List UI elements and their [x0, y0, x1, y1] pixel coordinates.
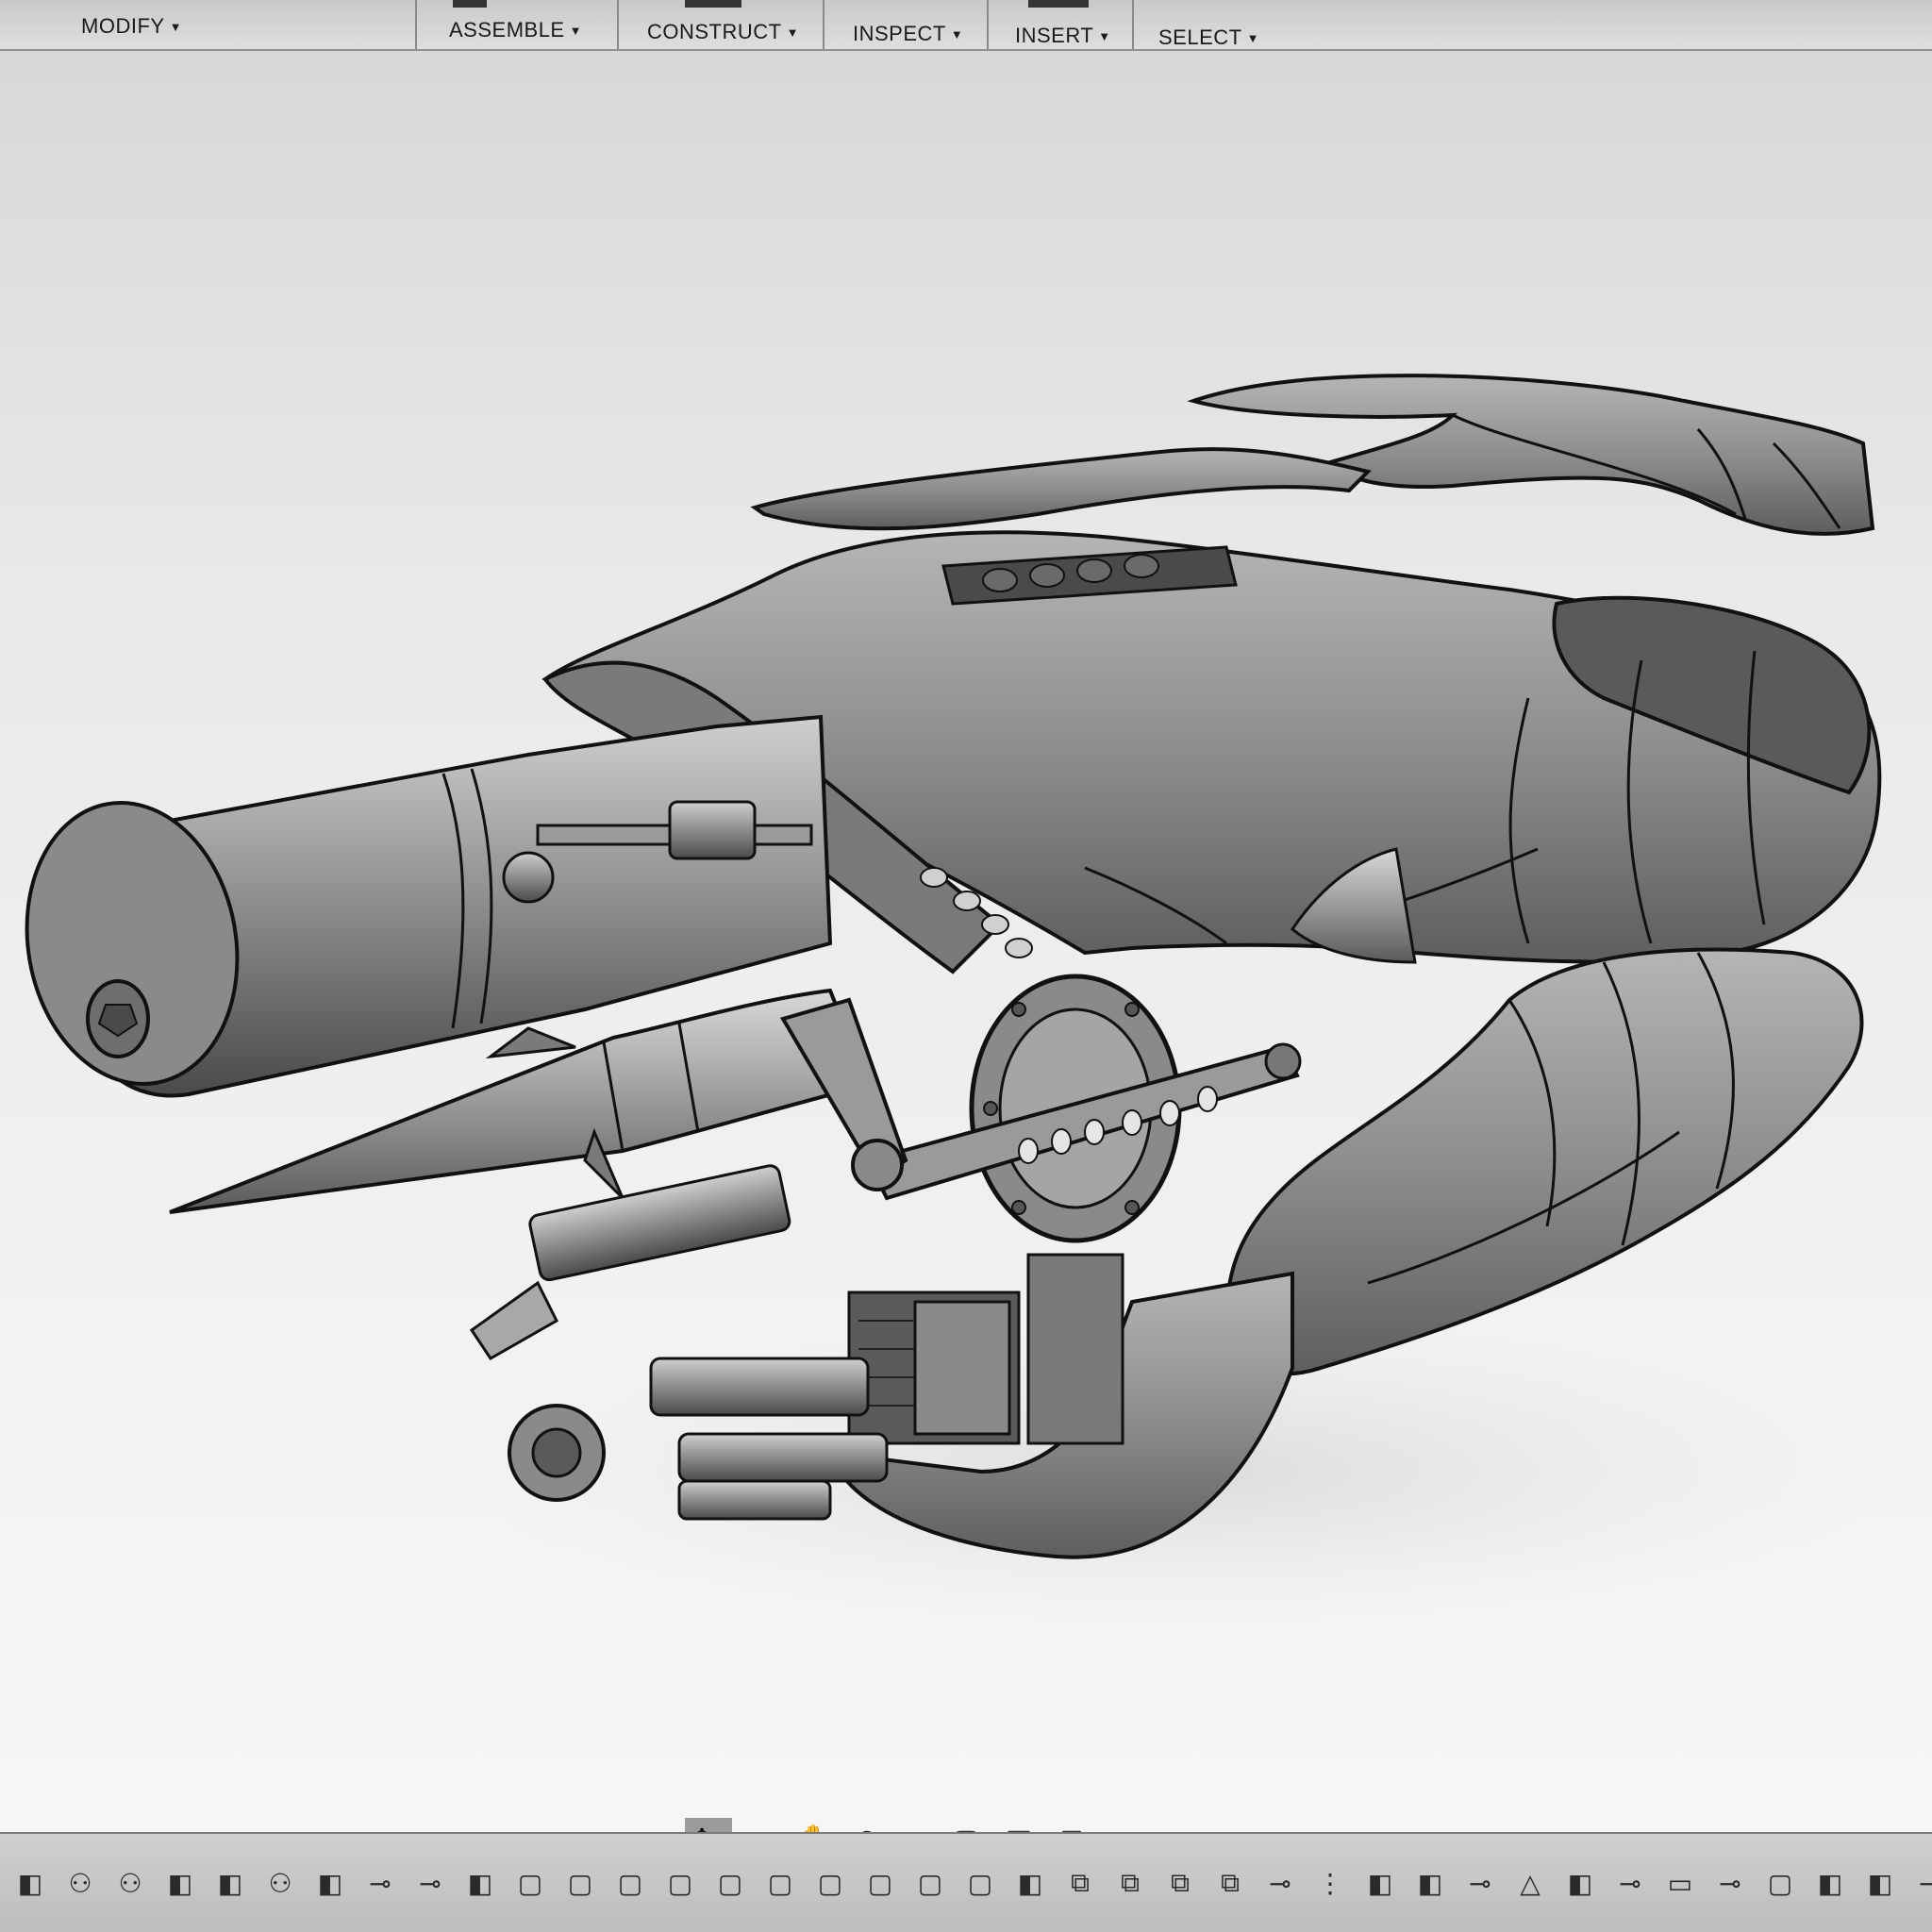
assemble-icon — [453, 0, 487, 8]
timeline-sketch-icon[interactable]: ▢ — [808, 1860, 853, 1906]
top-toolbar: MODIFY ▼ ASSEMBLE ▼ CONSTRUCT ▼ INSPECT ▼ IN… — [0, 0, 1932, 51]
timeline-component-icon[interactable]: ⧉ — [1108, 1860, 1153, 1906]
timeline-triangle-icon[interactable]: △ — [1507, 1860, 1553, 1906]
bay-module — [1026, 1253, 1124, 1445]
timeline-joint-icon[interactable]: ⚇ — [258, 1860, 303, 1906]
toolbar-divider — [617, 0, 619, 49]
chevron-down-icon: ▼ — [786, 25, 799, 40]
timeline-sketch-icon[interactable]: ▢ — [558, 1860, 603, 1906]
menu-modify[interactable]: MODIFY ▼ — [81, 8, 182, 45]
menu-inspect[interactable]: INSPECT ▼ — [853, 15, 963, 53]
rocker-pivot — [851, 1139, 904, 1191]
insert-icon — [1028, 0, 1089, 8]
timeline-sketch-icon[interactable]: ▢ — [658, 1860, 703, 1906]
menu-construct[interactable]: CONSTRUCT ▼ — [647, 13, 799, 51]
muzzle-bore — [531, 1427, 582, 1478]
timeline-sketch-icon[interactable]: ▢ — [608, 1860, 653, 1906]
timeline-box-icon[interactable]: ◧ — [8, 1860, 53, 1906]
small-barrel-low — [677, 1432, 889, 1483]
rod-collar — [668, 800, 757, 860]
timeline-box-icon[interactable]: ◧ — [1357, 1860, 1403, 1906]
timeline-joint-icon[interactable]: ⚇ — [108, 1860, 153, 1906]
timeline-box-icon[interactable]: ◧ — [1557, 1860, 1603, 1906]
toolbar-divider — [823, 0, 824, 49]
menu-construct-label: CONSTRUCT — [647, 20, 782, 43]
timeline-move-icon[interactable]: ⊸ — [358, 1860, 403, 1906]
timeline-move-icon[interactable]: ⊸ — [1607, 1860, 1653, 1906]
timeline-box-icon[interactable]: ◧ — [1407, 1860, 1453, 1906]
menu-insert-label: INSERT — [1015, 24, 1094, 47]
timeline-move-icon[interactable]: ⊸ — [1707, 1860, 1753, 1906]
menu-select-label: SELECT — [1158, 25, 1242, 49]
timeline-sketch-icon[interactable]: ▢ — [758, 1860, 803, 1906]
menu-modify-label: MODIFY — [81, 14, 165, 38]
menu-insert[interactable]: INSERT ▼ — [1015, 17, 1111, 55]
cad-model[interactable] — [0, 51, 1932, 1806]
timeline-marker-icon[interactable]: ⋮ — [1307, 1860, 1353, 1906]
toolbar-divider — [1132, 0, 1134, 49]
timeline-sketch-icon[interactable]: ▢ — [508, 1860, 553, 1906]
timeline-box-icon[interactable]: ◧ — [208, 1860, 253, 1906]
small-barrel-bottom — [677, 1479, 832, 1521]
small-barrel-upper — [528, 1164, 791, 1282]
timeline-component-icon[interactable]: ⧉ — [1158, 1860, 1203, 1906]
timeline-sketch-icon[interactable]: ▢ — [958, 1860, 1003, 1906]
cad-screen: MODIFY ▼ ASSEMBLE ▼ CONSTRUCT ▼ INSPECT ▼ IN… — [0, 0, 1932, 1932]
chevron-down-icon: ▼ — [169, 19, 182, 34]
timeline-box-icon[interactable]: ◧ — [158, 1860, 203, 1906]
timeline-plane-icon[interactable]: ▭ — [1657, 1860, 1703, 1906]
timeline-box-icon[interactable]: ◧ — [1008, 1860, 1053, 1906]
toolbar-divider — [987, 0, 989, 49]
barrel-tip — [469, 1280, 558, 1360]
menu-assemble[interactable]: ASSEMBLE ▼ — [449, 11, 582, 49]
rod-knob — [502, 851, 555, 904]
menu-inspect-label: INSPECT — [853, 22, 946, 45]
small-barrel-mid — [649, 1357, 870, 1417]
timeline-sketch-icon[interactable]: ▢ — [1757, 1860, 1803, 1906]
timeline-box-icon[interactable]: ◧ — [1807, 1860, 1853, 1906]
timeline-box-icon[interactable]: ◧ — [1857, 1860, 1903, 1906]
lower-shell-curl — [1224, 947, 1864, 1376]
timeline-box-icon[interactable]: ◧ — [458, 1860, 503, 1906]
timeline-move-icon[interactable]: ⊸ — [408, 1860, 453, 1906]
timeline-features: ◧ ⚇ ⚇ ◧ ◧ ⚇ ◧ ⊸ ⊸ ◧ ▢ ▢ ▢ ▢ ▢ ▢ ▢ ▢ ▢ ▢ ◧ ⧉ ⧉ ⧉ ⧉ ⊸ ⋮ ◧ ◧ ⊸ △ ◧ ⊸ ▭ ⊸ ▢ ◧ ◧ ⊸ — [8, 1860, 1932, 1906]
menu-assemble-label: ASSEMBLE — [449, 18, 565, 42]
timeline-sketch-icon[interactable]: ▢ — [858, 1860, 903, 1906]
timeline-component-icon[interactable]: ⧉ — [1058, 1860, 1103, 1906]
upper-fin-left — [750, 447, 1372, 531]
barrel-block — [913, 1300, 1011, 1436]
construct-icon — [685, 0, 741, 8]
timeline-joint-icon[interactable]: ⚇ — [58, 1860, 103, 1906]
chevron-down-icon: ▼ — [950, 26, 964, 42]
timeline-sketch-icon[interactable]: ▢ — [908, 1860, 953, 1906]
timeline-component-icon[interactable]: ⧉ — [1208, 1860, 1253, 1906]
chevron-down-icon: ▼ — [1246, 30, 1259, 45]
timeline-sketch-icon[interactable]: ▢ — [708, 1860, 753, 1906]
arm-pivot — [1264, 1042, 1302, 1080]
toolbar-divider — [415, 0, 417, 49]
timeline-move-icon[interactable]: ⊸ — [1457, 1860, 1503, 1906]
timeline-move-icon[interactable]: ⊸ — [1907, 1860, 1932, 1906]
timeline-move-icon[interactable]: ⊸ — [1257, 1860, 1303, 1906]
timeline-bar: ◧ ⚇ ⚇ ◧ ◧ ⚇ ◧ ⊸ ⊸ ◧ ▢ ▢ ▢ ▢ ▢ ▢ ▢ ▢ ▢ ▢ ◧ ⧉ ⧉ ⧉ ⧉ ⊸ ⋮ ◧ ◧ ⊸ △ ◧ ⊸ ▭ ⊸ ▢ ◧ ◧ ⊸ — [0, 1832, 1932, 1932]
chevron-down-icon: ▼ — [1098, 28, 1111, 43]
timeline-box-icon[interactable]: ◧ — [308, 1860, 353, 1906]
3d-viewport[interactable]: ✥▼ ▭ ✋ ⊕ ⌕▼ ▢▼ ▦▼ ⊞▼ — [0, 51, 1932, 1861]
chevron-down-icon: ▼ — [569, 23, 582, 38]
